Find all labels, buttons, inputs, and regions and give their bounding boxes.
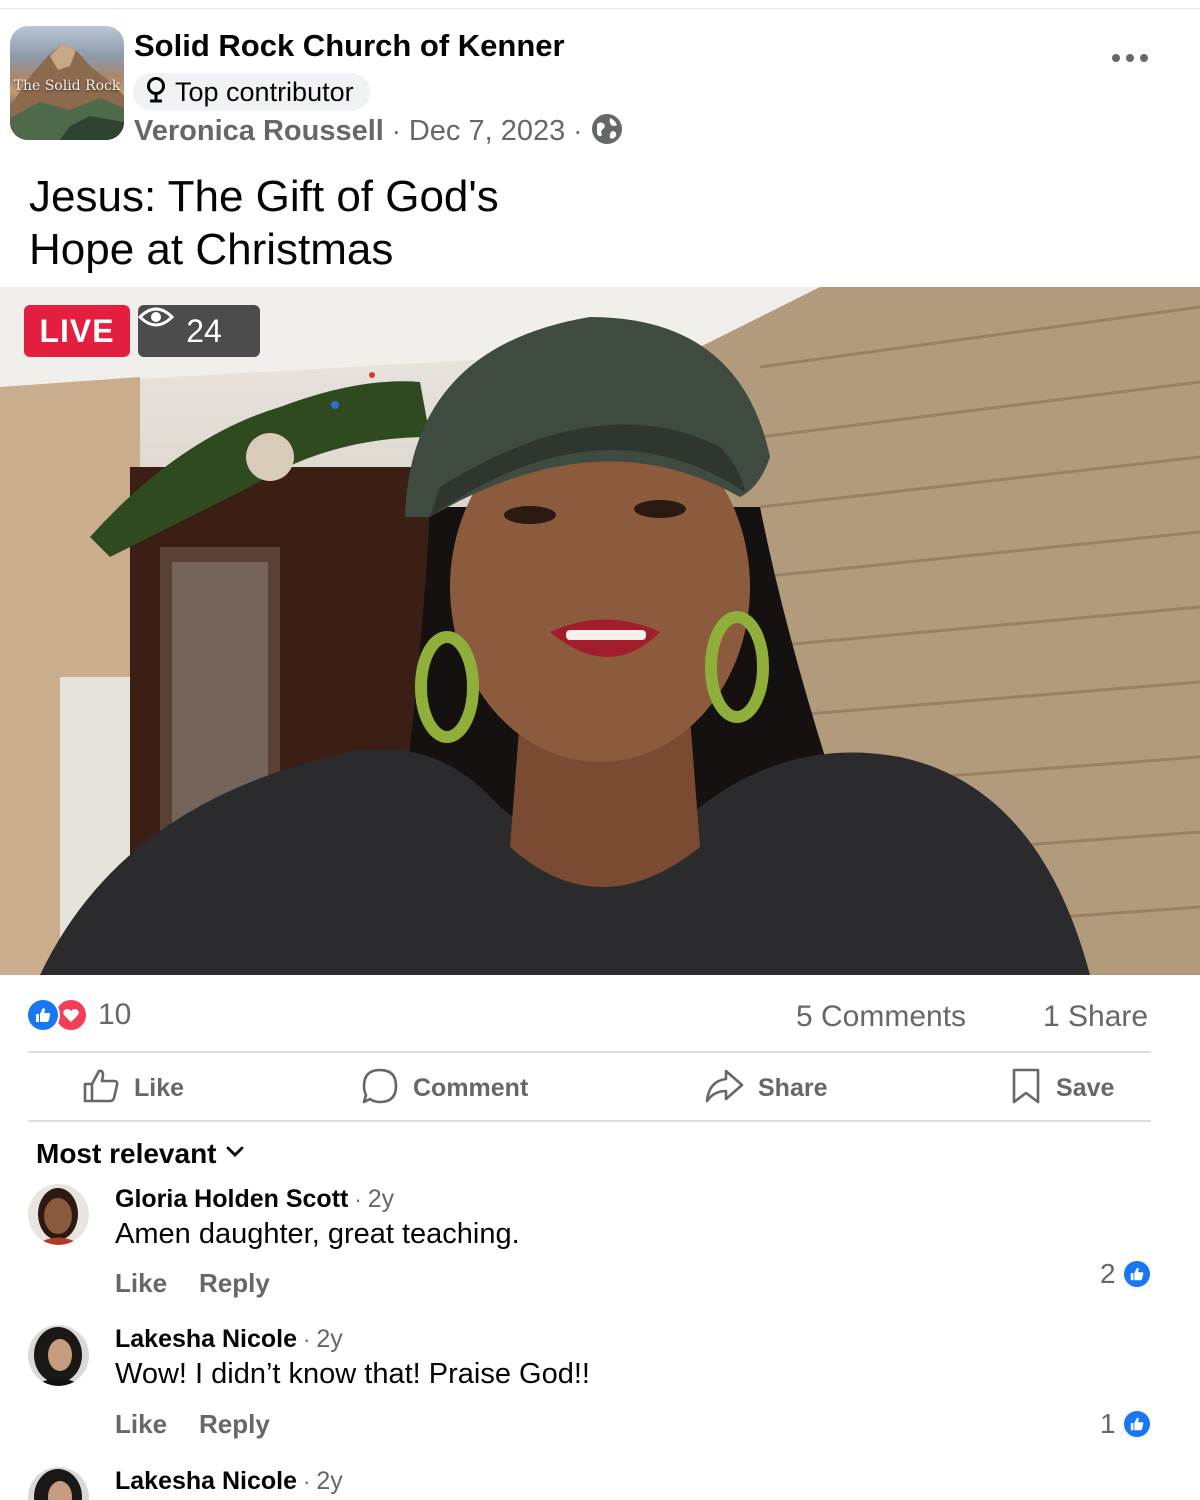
comment-separator: · [303,1327,311,1352]
post-title-line: Hope at Christmas [29,225,394,274]
comment-bubble-icon [361,1067,399,1110]
live-video-player[interactable]: LIVE 24 [0,287,1200,975]
comment-reply-button[interactable]: Reply [199,1268,270,1299]
live-badge: LIVE [24,305,130,357]
comment-text: Wow! I didn’t know that! Praise God!! [115,1358,590,1390]
comment-like-count: 1 [1100,1408,1116,1439]
like-button[interactable]: Like [82,1064,184,1112]
bookmark-icon [1010,1067,1042,1110]
comment-header: Gloria Holden Scott · 2y [115,1185,394,1214]
comment-time[interactable]: 2y [316,1467,342,1496]
viewer-count: 24 [186,312,222,349]
badge-label: Top contributor [175,76,354,107]
comment-reaction-count[interactable]: 1 [1100,1408,1152,1440]
globe-icon[interactable] [590,112,624,151]
comment-like-button[interactable]: Like [115,1409,167,1440]
more-options-button[interactable] [1106,44,1154,72]
post-meta: Veronica Roussell · Dec 7, 2023 · [134,112,624,151]
commenter-avatar[interactable] [28,1467,89,1500]
share-arrow-icon [704,1067,744,1110]
comment-like-button[interactable]: Like [115,1268,167,1299]
more-dots-icon [1112,54,1148,62]
divider [28,1120,1151,1122]
comment-label: Comment [413,1073,529,1102]
shares-count-link[interactable]: 1 Share [1043,1000,1148,1034]
meta-separator: · [573,116,583,146]
commenter-name-link[interactable]: Lakesha Nicole [115,1467,297,1496]
meta-separator: · [391,116,401,146]
comment-header: Lakesha Nicole · 2y [115,1325,343,1354]
share-button[interactable]: Share [704,1064,827,1112]
comments-count-link[interactable]: 5 Comments [796,1000,966,1034]
commenter-name-link[interactable]: Gloria Holden Scott [115,1185,348,1214]
comment-separator: · [354,1187,362,1212]
save-button[interactable]: Save [1010,1064,1114,1112]
commenter-avatar[interactable] [28,1184,89,1245]
video-frame [0,287,1200,975]
comment-reply-button[interactable]: Reply [199,1409,270,1440]
comment-button[interactable]: Comment [361,1064,528,1112]
like-reaction-icon [1121,1409,1152,1439]
like-reaction-icon [26,998,60,1032]
post-date-link[interactable]: Dec 7, 2023 [409,115,565,148]
post-title-line: Jesus: The Gift of God's [29,172,499,221]
chevron-down-icon [225,1145,245,1164]
author-name-link[interactable]: Veronica Roussell [134,115,384,148]
comment-sort-dropdown[interactable]: Most relevant [36,1138,245,1170]
viewer-count-badge: 24 [138,305,260,357]
thumbs-up-icon [82,1067,120,1110]
divider [28,1051,1151,1053]
comment-text: Amen daughter, great teaching. [115,1218,520,1250]
comment-time[interactable]: 2y [368,1185,394,1214]
comment-reaction-count[interactable]: 2 [1100,1258,1152,1290]
comment-header: Lakesha Nicole · 2y [115,1467,343,1496]
page-name-link[interactable]: Solid Rock Church of Kenner [134,28,565,64]
badge-icon [145,76,167,109]
comment-time[interactable]: 2y [316,1325,342,1354]
save-label: Save [1056,1073,1115,1102]
reactions-summary[interactable]: 10 [26,998,131,1032]
like-label: Like [134,1073,185,1102]
sort-label: Most relevant [36,1138,217,1169]
like-reaction-icon [1121,1259,1152,1289]
comment-like-count: 2 [1100,1258,1116,1289]
avatar-logo-text: The Solid Rock [13,78,121,94]
share-label: Share [758,1073,828,1102]
top-contributor-badge[interactable]: Top contributor [133,73,370,111]
post-title: Jesus: The Gift of God's Hope at Christm… [29,170,629,276]
page-avatar[interactable]: The Solid Rock [10,26,124,140]
top-divider [0,8,1200,9]
commenter-name-link[interactable]: Lakesha Nicole [115,1325,297,1354]
commenter-avatar[interactable] [28,1325,89,1386]
reaction-count: 10 [98,998,132,1031]
comment-separator: · [303,1469,311,1494]
